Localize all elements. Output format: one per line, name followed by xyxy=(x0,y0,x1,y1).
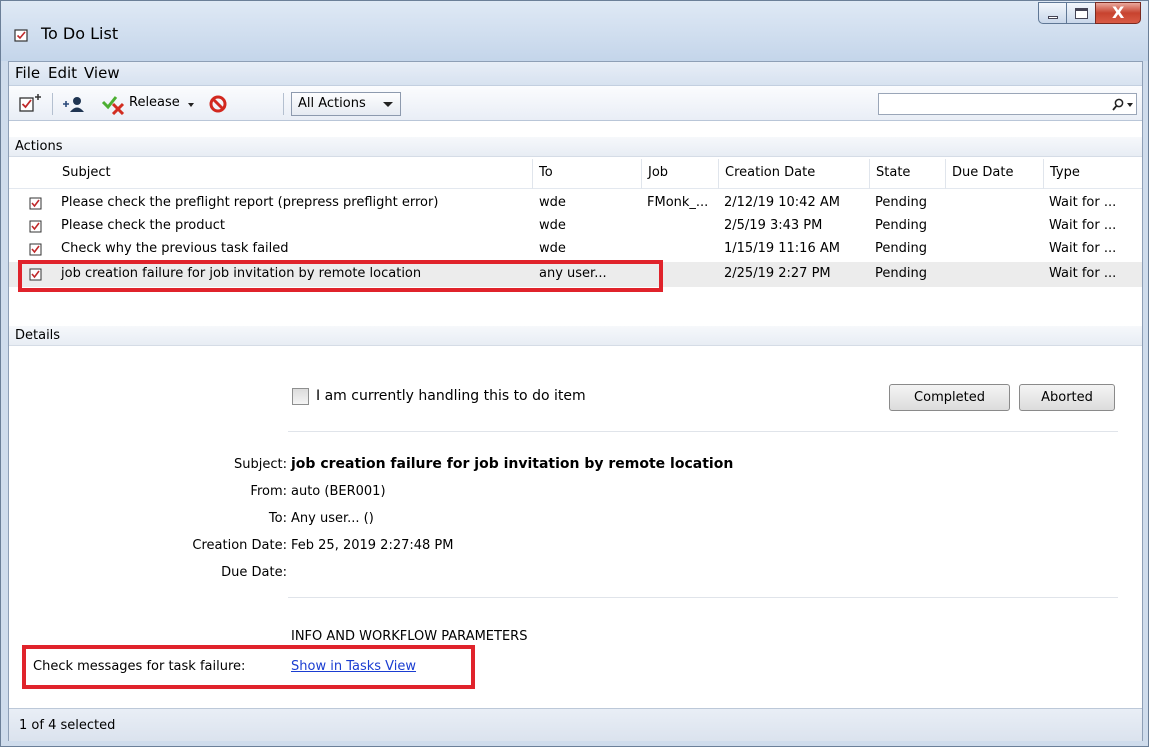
handling-label: I am currently handling this to do item xyxy=(316,388,586,404)
status-bar: 1 of 4 selected xyxy=(9,708,1142,741)
creation-date-value: Feb 25, 2019 2:27:48 PM xyxy=(291,538,454,553)
details-divider xyxy=(288,431,1118,432)
row-state: Pending xyxy=(875,241,927,256)
action-filter-select[interactable]: All Actions xyxy=(291,92,401,116)
row-state: Pending xyxy=(875,195,927,210)
table-row[interactable]: Please check the preflight report (prepr… xyxy=(9,192,1142,215)
row-to: wde xyxy=(539,241,566,256)
row-type: Wait for ... xyxy=(1049,241,1117,256)
menu-view[interactable]: View xyxy=(84,64,120,82)
table-row[interactable]: Check why the previous task failed wde 1… xyxy=(9,238,1142,261)
row-type: Wait for ... xyxy=(1049,266,1117,281)
row-type: Wait for ... xyxy=(1049,195,1117,210)
search-input[interactable] xyxy=(878,93,1137,115)
window-title: To Do List xyxy=(41,24,119,43)
row-state: Pending xyxy=(875,266,927,281)
menu-file[interactable]: File xyxy=(15,64,40,82)
column-to[interactable]: To xyxy=(532,159,553,189)
selection-status: 1 of 4 selected xyxy=(19,718,116,733)
column-subject[interactable]: Subject xyxy=(56,159,111,189)
column-creation-date[interactable]: Creation Date xyxy=(718,159,815,189)
release-dropdown-icon[interactable] xyxy=(188,103,194,107)
action-filter-value: All Actions xyxy=(298,96,366,111)
todo-item-icon xyxy=(29,243,42,256)
selected-row-highlight-box xyxy=(18,260,663,292)
row-creation-date: 1/15/19 11:16 AM xyxy=(724,241,840,256)
actions-section-label: Actions xyxy=(9,137,1142,157)
todo-window: To Do List X File Edit View Release All … xyxy=(0,0,1149,747)
cancel-icon[interactable] xyxy=(208,94,228,114)
due-date-label: Due Date: xyxy=(221,565,287,580)
subject-value: job creation failure for job invitation … xyxy=(291,456,734,472)
row-creation-date: 2/12/19 10:42 AM xyxy=(724,195,840,210)
search-options-icon[interactable] xyxy=(1127,103,1133,107)
row-to: wde xyxy=(539,195,566,210)
close-button[interactable]: X xyxy=(1095,2,1141,24)
row-state: Pending xyxy=(875,218,927,233)
subject-label: Subject: xyxy=(234,457,287,472)
row-to: wde xyxy=(539,218,566,233)
column-type[interactable]: Type xyxy=(1043,159,1080,189)
toolbar: Release All Actions xyxy=(9,86,1142,121)
column-due-date[interactable]: Due Date xyxy=(945,159,1013,189)
row-creation-date: 2/5/19 3:43 PM xyxy=(724,218,823,233)
creation-date-label: Creation Date: xyxy=(192,538,287,553)
menu-edit[interactable]: Edit xyxy=(48,64,77,82)
close-icon: X xyxy=(1112,3,1125,22)
row-subject: Please check the preflight report (prepr… xyxy=(61,195,439,210)
todo-checkbox-icon xyxy=(14,29,28,42)
details-section-label: Details xyxy=(9,326,1142,346)
aborted-button[interactable]: Aborted xyxy=(1019,384,1115,411)
to-value: Any user... () xyxy=(291,511,374,526)
todo-item-icon xyxy=(29,220,42,233)
minimize-button[interactable] xyxy=(1038,2,1066,24)
title-bar[interactable]: To Do List X xyxy=(1,1,1148,61)
details-panel: I am currently handling this to do item … xyxy=(9,347,1142,707)
actions-table-header: Subject To Job Creation Date State Due D… xyxy=(9,159,1142,189)
params-divider xyxy=(288,597,1118,598)
row-subject: Check why the previous task failed xyxy=(61,241,289,256)
row-type: Wait for ... xyxy=(1049,218,1117,233)
minimize-icon xyxy=(1048,16,1058,19)
row-job: FMonk_... xyxy=(647,195,709,210)
assign-user-icon[interactable] xyxy=(62,95,88,113)
table-row[interactable]: Please check the product wde 2/5/19 3:43… xyxy=(9,215,1142,238)
client-area: File Edit View Release All Actions Actio… xyxy=(8,61,1143,741)
todo-item-icon xyxy=(29,197,42,210)
menu-bar: File Edit View xyxy=(9,62,1142,86)
column-job[interactable]: Job xyxy=(641,159,668,189)
search-icon xyxy=(1112,98,1124,111)
from-value: auto (BER001) xyxy=(291,484,386,499)
release-button[interactable]: Release xyxy=(129,95,180,110)
row-subject: Please check the product xyxy=(61,218,225,233)
from-label: From: xyxy=(250,484,287,499)
new-todo-icon[interactable] xyxy=(19,94,43,114)
completed-button[interactable]: Completed xyxy=(889,384,1010,411)
release-check-icon xyxy=(101,96,125,115)
handling-checkbox[interactable] xyxy=(292,388,309,405)
row-creation-date: 2/25/19 2:27 PM xyxy=(724,266,831,281)
to-label: To: xyxy=(268,511,287,526)
params-heading: INFO AND WORKFLOW PARAMETERS xyxy=(291,629,528,644)
column-state[interactable]: State xyxy=(869,159,910,189)
chevron-down-icon xyxy=(383,102,393,107)
task-failure-highlight-box xyxy=(22,645,475,689)
maximize-button[interactable] xyxy=(1066,2,1095,24)
maximize-icon xyxy=(1075,8,1088,19)
